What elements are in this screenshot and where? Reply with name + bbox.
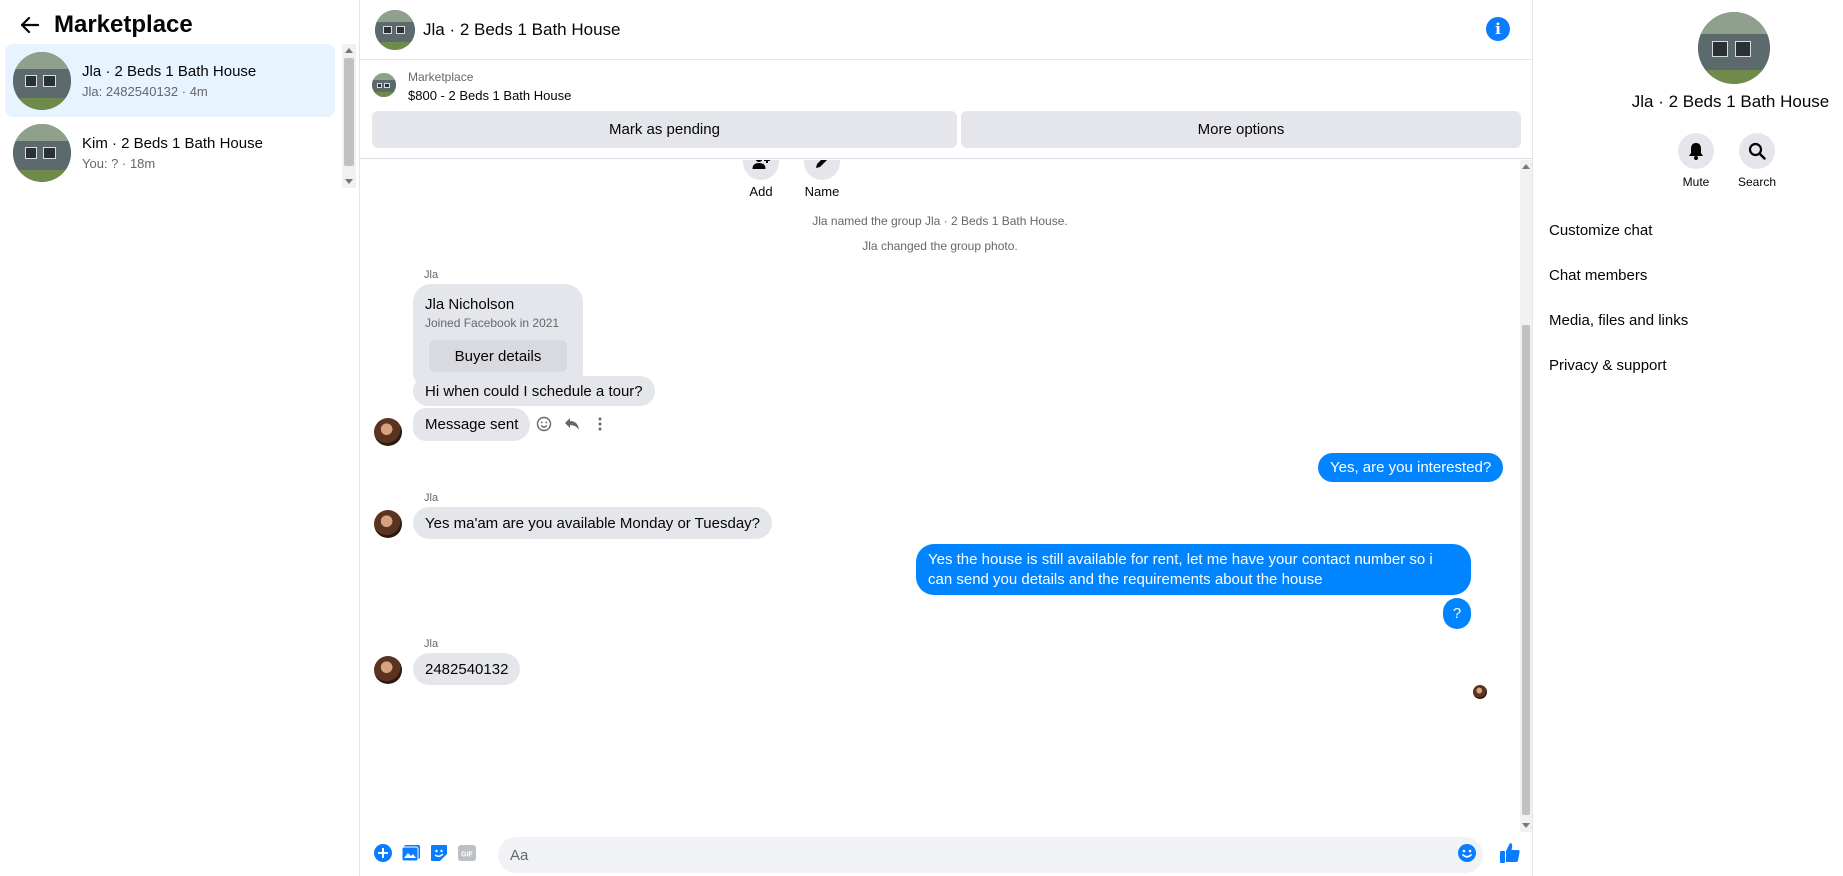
chat-info-panel: Jla · 2 Beds 1 Bath House Mute Search Cu…: [1532, 0, 1843, 876]
marketplace-bar: Marketplace $800 - 2 Beds 1 Bath House M…: [360, 61, 1532, 159]
sticker-icon[interactable]: [428, 842, 450, 864]
message-actions: [533, 413, 611, 435]
buyer-name: Jla Nicholson: [425, 296, 515, 313]
name-label: Name: [804, 184, 840, 199]
listing-thumbnail: [13, 123, 71, 182]
more-options-button[interactable]: More options: [961, 111, 1521, 148]
scrollbar-thumb[interactable]: [1522, 325, 1530, 815]
buyer-details-button[interactable]: Buyer details: [429, 340, 567, 372]
conversation-preview: You: ? · 18m: [82, 155, 156, 171]
listing-thumbnail: [372, 73, 396, 97]
listing-title[interactable]: $800 - 2 Beds 1 Bath House: [408, 88, 571, 103]
info-icon[interactable]: i: [1486, 17, 1510, 41]
conversation-sidebar: Marketplace Jla · 2 Beds 1 Bath House Jl…: [0, 0, 360, 876]
sender-name: Jla: [424, 492, 439, 504]
message-list: Add Name Jla named the group Jla · 2 Bed…: [360, 160, 1520, 832]
buyer-joined: Joined Facebook in 2021: [425, 316, 560, 330]
photo-icon[interactable]: [400, 842, 422, 864]
marketplace-label: Marketplace: [408, 70, 474, 84]
incoming-message[interactable]: Hi when could I schedule a tour?: [413, 376, 655, 406]
read-receipt-avatar: [1473, 685, 1487, 699]
add-label: Add: [749, 184, 773, 199]
system-message: Jla named the group Jla · 2 Beds 1 Bath …: [812, 214, 1068, 228]
mark-pending-button[interactable]: Mark as pending: [372, 111, 957, 148]
scroll-up-icon[interactable]: [345, 48, 353, 53]
message-input[interactable]: [498, 837, 1483, 873]
conversation-list: Jla · 2 Beds 1 Bath House Jla: 248254013…: [5, 44, 335, 189]
react-icon[interactable]: [533, 413, 555, 435]
sender-name: Jla: [424, 638, 439, 650]
search-label: Search: [1737, 175, 1777, 189]
chat-panel: Jla · 2 Beds 1 Bath House i Marketplace …: [360, 0, 1532, 876]
outgoing-message[interactable]: ?: [1443, 598, 1471, 629]
buyer-profile-card: Jla Nicholson Joined Facebook in 2021 Bu…: [413, 284, 583, 390]
listing-thumbnail: [13, 51, 71, 110]
scrollbar-thumb[interactable]: [344, 58, 354, 166]
bell-icon: [1689, 143, 1703, 160]
chat-header: Jla · 2 Beds 1 Bath House i: [360, 0, 1532, 60]
thumbs-up-icon[interactable]: [1499, 842, 1521, 864]
mute-button[interactable]: [1678, 133, 1714, 169]
sidebar-scrollbar[interactable]: [342, 44, 356, 188]
plus-icon[interactable]: [372, 842, 394, 864]
conversation-name: Kim · 2 Beds 1 Bath House: [82, 134, 263, 152]
add-people-button[interactable]: [743, 160, 779, 180]
chat-title[interactable]: Jla · 2 Beds 1 Bath House: [423, 20, 621, 40]
conversation-preview: Jla: 2482540132 · 4m: [82, 83, 208, 99]
group-title: Jla · 2 Beds 1 Bath House: [1631, 92, 1830, 111]
conversation-item[interactable]: Jla · 2 Beds 1 Bath House Jla: 248254013…: [5, 44, 335, 117]
reply-icon[interactable]: [561, 413, 583, 435]
privacy-support-item[interactable]: Privacy & support: [1549, 357, 1667, 374]
avatar[interactable]: [374, 510, 402, 538]
search-button[interactable]: [1739, 133, 1775, 169]
chat-members-item[interactable]: Chat members: [1549, 267, 1647, 284]
incoming-message[interactable]: 2482540132: [413, 653, 521, 685]
messenger-app: Marketplace Jla · 2 Beds 1 Bath House Jl…: [0, 0, 1843, 876]
conversation-item[interactable]: Kim · 2 Beds 1 Bath House You: ? · 18m: [5, 116, 335, 189]
emoji-icon[interactable]: [1456, 842, 1478, 864]
media-files-links-item[interactable]: Media, files and links: [1549, 312, 1688, 329]
avatar[interactable]: [374, 418, 402, 446]
more-icon[interactable]: [589, 413, 611, 435]
search-icon: [1748, 142, 1766, 160]
incoming-message[interactable]: Yes ma'am are you available Monday or Tu…: [413, 507, 773, 539]
sidebar-title: Marketplace: [54, 11, 193, 38]
conversation-name: Jla · 2 Beds 1 Bath House: [82, 62, 257, 80]
svg-text:GIF: GIF: [461, 852, 473, 859]
incoming-message[interactable]: Message sent: [413, 408, 531, 441]
gif-icon[interactable]: GIF: [456, 842, 478, 864]
add-person-icon: [752, 160, 770, 169]
customize-chat-item[interactable]: Customize chat: [1549, 222, 1652, 239]
avatar[interactable]: [374, 656, 402, 684]
group-avatar[interactable]: [1698, 12, 1770, 84]
chat-scrollbar[interactable]: [1520, 160, 1532, 832]
scroll-down-icon[interactable]: [1522, 823, 1530, 828]
system-message: Jla changed the group photo.: [862, 239, 1018, 253]
chat-avatar[interactable]: [375, 9, 415, 50]
message-composer: GIF: [360, 832, 1532, 876]
name-group-button[interactable]: [804, 160, 840, 180]
outgoing-message[interactable]: Yes, are you interested?: [1318, 453, 1504, 482]
sidebar-header: Marketplace: [0, 0, 359, 50]
back-arrow-icon[interactable]: [18, 13, 42, 37]
mute-label: Mute: [1682, 175, 1710, 189]
scroll-down-icon[interactable]: [345, 179, 353, 184]
scroll-up-icon[interactable]: [1522, 164, 1530, 169]
outgoing-message[interactable]: Yes the house is still available for ren…: [916, 544, 1471, 595]
sender-name: Jla: [424, 269, 439, 281]
pencil-icon: [816, 160, 827, 168]
